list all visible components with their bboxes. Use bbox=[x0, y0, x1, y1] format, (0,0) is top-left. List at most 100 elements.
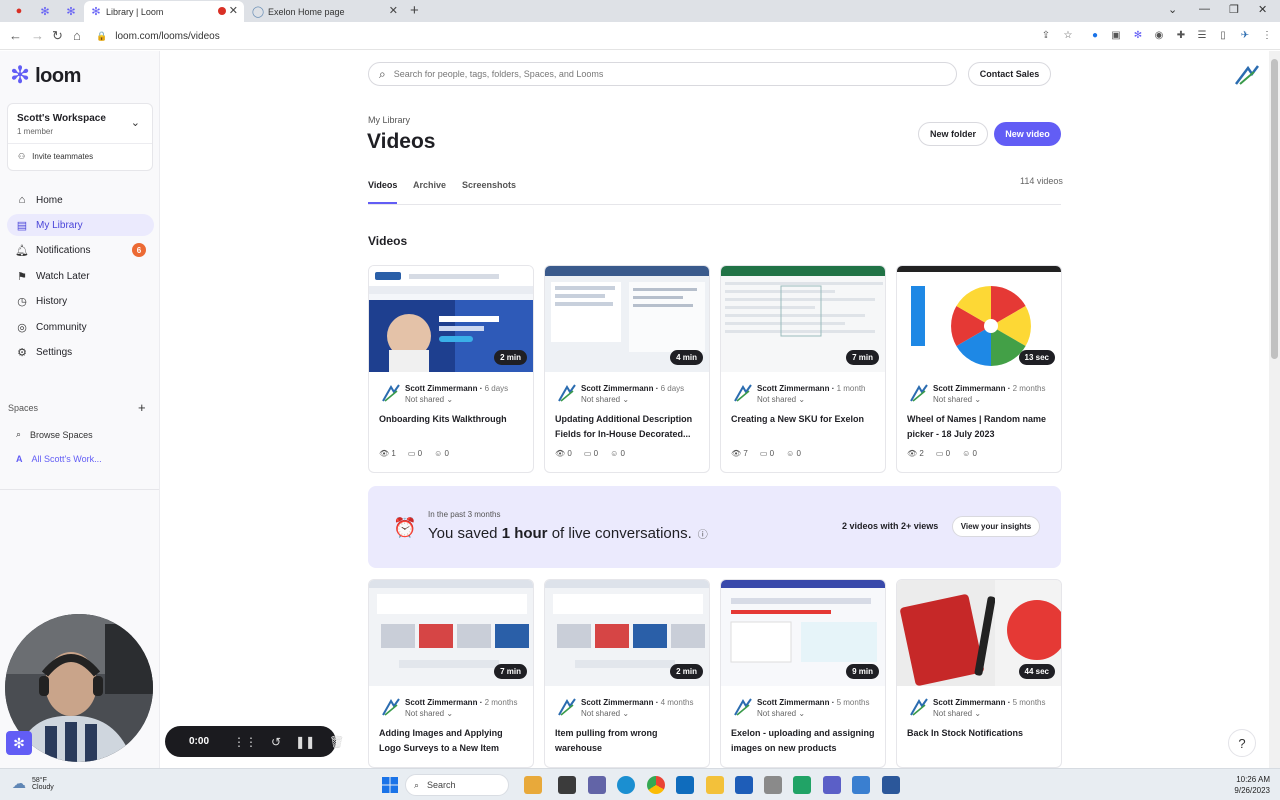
store-icon[interactable] bbox=[735, 776, 753, 794]
video-thumbnail[interactable]: 7 min bbox=[369, 580, 533, 686]
chrome-icon[interactable] bbox=[647, 776, 665, 794]
system-clock[interactable]: 10:26 AM 9/26/2023 bbox=[1222, 774, 1270, 796]
share-icon[interactable]: ⇪ bbox=[1040, 29, 1052, 41]
puzzle-icon[interactable]: ✚ bbox=[1175, 29, 1187, 41]
video-thumbnail[interactable]: 7 min bbox=[721, 266, 885, 372]
app-icon[interactable] bbox=[764, 776, 782, 794]
menu-icon[interactable]: ⋮ bbox=[1261, 29, 1273, 41]
restore-icon[interactable]: ❐ bbox=[1229, 3, 1239, 16]
video-thumbnail[interactable]: 2 min bbox=[369, 266, 533, 372]
tab-archive[interactable]: Archive bbox=[413, 180, 446, 190]
loom-tab-icon[interactable]: ✻ bbox=[38, 4, 52, 18]
loom-logo[interactable]: ✻ loom bbox=[10, 64, 81, 88]
close-tab-icon[interactable]: ✕ bbox=[389, 4, 398, 17]
file-explorer-icon[interactable] bbox=[706, 776, 724, 794]
video-card[interactable]: 44 sec Scott Zimmermann · 5 months Not s… bbox=[896, 579, 1062, 768]
excel-icon[interactable] bbox=[793, 776, 811, 794]
sidebar-item-history[interactable]: ◷ History bbox=[7, 290, 154, 312]
taskbar-search[interactable]: ⌕ Search bbox=[405, 774, 509, 796]
share-status[interactable]: Not shared ⌄ bbox=[405, 709, 453, 718]
sidebar-item-community[interactable]: ◎ Community bbox=[7, 316, 154, 338]
video-thumbnail[interactable]: 13 sec bbox=[897, 266, 1061, 372]
side-panel-icon[interactable]: ▯ bbox=[1217, 29, 1229, 41]
video-title[interactable]: Item pulling from wrong warehouse bbox=[555, 726, 703, 756]
extension-icon[interactable]: ● bbox=[1089, 29, 1101, 41]
outlook-icon[interactable] bbox=[676, 776, 694, 794]
app-icon[interactable] bbox=[524, 776, 542, 794]
workspace-switcher[interactable]: Scott's Workspace 1 member ⌄ ⚇ Invite te… bbox=[7, 103, 153, 171]
loom-tab-icon[interactable]: ✻ bbox=[64, 4, 78, 18]
video-card[interactable]: 7 min Scott Zimmermann · 1 month Not sha… bbox=[720, 265, 886, 473]
share-status[interactable]: Not shared ⌄ bbox=[581, 395, 629, 404]
new-tab-icon[interactable]: + bbox=[410, 2, 419, 19]
share-status[interactable]: Not shared ⌄ bbox=[933, 395, 981, 404]
invite-teammates-button[interactable]: ⚇ Invite teammates bbox=[18, 152, 93, 161]
video-card[interactable]: 13 sec Scott Zimmermann · 2 months Not s… bbox=[896, 265, 1062, 473]
scrollbar-thumb[interactable] bbox=[1271, 59, 1278, 359]
sidebar-item-notifications[interactable]: 🔔︎ Notifications 6 bbox=[7, 239, 154, 261]
teams-icon[interactable] bbox=[588, 776, 606, 794]
extension-icon[interactable]: ◉ bbox=[1153, 29, 1165, 41]
edge-icon[interactable] bbox=[617, 776, 635, 794]
sidebar-item-home[interactable]: ⌂ Home bbox=[7, 189, 154, 211]
chevron-down-icon[interactable]: ⌄ bbox=[131, 116, 140, 129]
sidebar-item-settings[interactable]: ⚙ Settings bbox=[7, 341, 154, 363]
video-title[interactable]: Back In Stock Notifications bbox=[907, 726, 1055, 741]
video-card[interactable]: 7 min Scott Zimmermann · 2 months Not sh… bbox=[368, 579, 534, 768]
video-thumbnail[interactable]: 4 min bbox=[545, 266, 709, 372]
video-title[interactable]: Exelon - uploading and assigning images … bbox=[731, 726, 879, 756]
close-tab-icon[interactable]: ✕ bbox=[229, 4, 238, 17]
weather-widget[interactable]: ☁ 58°F Cloudy bbox=[12, 775, 54, 792]
video-title[interactable]: Adding Images and Applying Logo Surveys … bbox=[379, 726, 527, 756]
space-item-all-work[interactable]: A All Scott's Work... bbox=[16, 454, 102, 464]
share-status[interactable]: Not shared ⌄ bbox=[933, 709, 981, 718]
video-thumbnail[interactable]: 9 min bbox=[721, 580, 885, 686]
back-icon[interactable]: ← bbox=[9, 28, 22, 43]
minimize-icon[interactable]: — bbox=[1199, 3, 1210, 15]
profile-icon[interactable]: ✈ bbox=[1239, 29, 1251, 41]
extension-icon[interactable]: ▣ bbox=[1110, 29, 1122, 41]
video-card[interactable]: 9 min Scott Zimmermann · 5 months Not sh… bbox=[720, 579, 886, 768]
delete-icon[interactable]: 🗑︎ bbox=[329, 735, 344, 749]
home-icon[interactable]: ⌂ bbox=[73, 28, 81, 43]
word-icon[interactable] bbox=[882, 776, 900, 794]
grid-icon[interactable]: ⋮⋮ bbox=[233, 735, 257, 749]
tab-search-icon[interactable]: ⌄ bbox=[1168, 3, 1177, 16]
share-status[interactable]: Not shared ⌄ bbox=[757, 395, 805, 404]
tab-library[interactable]: ✻ Library | Loom ✕ bbox=[84, 1, 244, 22]
video-card[interactable]: 2 min Scott Zimmermann · 6 days Not shar… bbox=[368, 265, 534, 473]
video-title[interactable]: Creating a New SKU for Exelon bbox=[731, 412, 879, 427]
tab-exelon[interactable]: ◯ Exelon Home page ✕ bbox=[246, 1, 404, 22]
browse-spaces-link[interactable]: ⌕ Browse Spaces bbox=[16, 429, 93, 440]
search-input[interactable]: ⌕ Search for people, tags, folders, Spac… bbox=[368, 62, 957, 86]
record-tab-icon[interactable]: ● bbox=[12, 4, 26, 18]
close-window-icon[interactable]: ✕ bbox=[1258, 3, 1267, 16]
video-title[interactable]: Updating Additional Description Fields f… bbox=[555, 412, 703, 442]
help-button[interactable]: ? bbox=[1228, 729, 1256, 757]
share-status[interactable]: Not shared ⌄ bbox=[581, 709, 629, 718]
contact-sales-button[interactable]: Contact Sales bbox=[968, 62, 1051, 86]
restart-icon[interactable]: ↺ bbox=[271, 735, 281, 749]
pause-icon[interactable]: ❚❚ bbox=[295, 735, 315, 749]
app-icon[interactable] bbox=[852, 776, 870, 794]
tab-videos[interactable]: Videos bbox=[368, 180, 397, 190]
sidebar-item-my-library[interactable]: ▤ My Library bbox=[7, 214, 154, 236]
video-title[interactable]: Onboarding Kits Walkthrough bbox=[379, 412, 527, 427]
share-status[interactable]: Not shared ⌄ bbox=[405, 395, 453, 404]
scrollbar[interactable] bbox=[1269, 51, 1280, 768]
address-bar[interactable]: 🔒 loom.com/looms/videos bbox=[96, 26, 1036, 46]
reload-icon[interactable]: ↻ bbox=[52, 28, 63, 44]
bookmark-star-icon[interactable]: ☆ bbox=[1062, 29, 1074, 41]
video-thumbnail[interactable]: 44 sec bbox=[897, 580, 1061, 686]
app-icon[interactable] bbox=[558, 776, 576, 794]
loom-extension-icon[interactable]: ✻ bbox=[1132, 29, 1144, 41]
video-card[interactable]: 2 min Scott Zimmermann · 4 months Not sh… bbox=[544, 579, 710, 768]
loom-recorder-button[interactable]: ✻ bbox=[6, 731, 32, 755]
forward-icon[interactable]: → bbox=[31, 28, 44, 43]
teams-icon[interactable] bbox=[823, 776, 841, 794]
video-thumbnail[interactable]: 2 min bbox=[545, 580, 709, 686]
new-folder-button[interactable]: New folder bbox=[918, 122, 988, 146]
reading-list-icon[interactable]: ☰ bbox=[1196, 29, 1208, 41]
breadcrumb[interactable]: My Library bbox=[368, 115, 410, 125]
view-insights-button[interactable]: View your insights bbox=[952, 516, 1040, 537]
